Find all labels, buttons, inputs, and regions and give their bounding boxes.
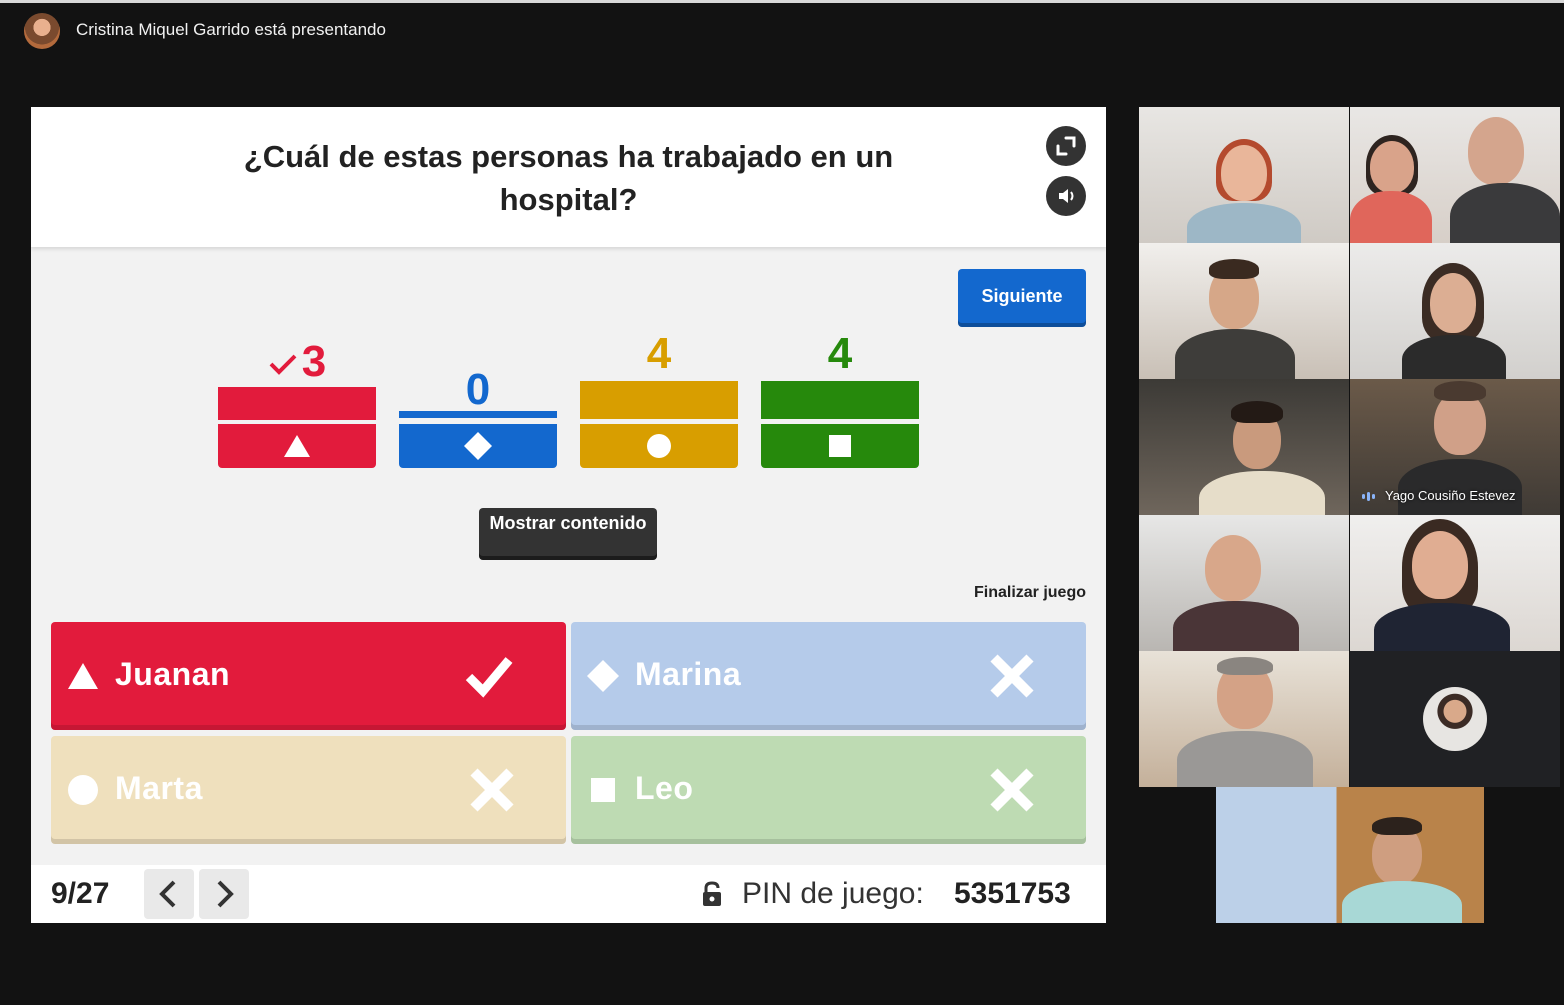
circle-icon: [647, 434, 671, 458]
presenter-text: Cristina Miquel Garrido está presentando: [76, 20, 386, 39]
presenting-bar: Cristina Miquel Garrido está presentando: [0, 0, 1564, 56]
question-title: ¿Cuál de estas personas ha trabajado en …: [243, 139, 894, 217]
answer-juanan: Juanan: [51, 622, 566, 730]
result-count-value: 4: [646, 329, 672, 378]
answer-label: Juanan: [115, 656, 231, 692]
participant-body: [1402, 335, 1506, 379]
participant-tile[interactable]: [1216, 787, 1484, 923]
result-bar-base: [580, 424, 738, 468]
participant-body: [1374, 603, 1510, 651]
participant-tile[interactable]: Yago Cousiño Estevez: [1350, 379, 1560, 515]
end-game-link[interactable]: Finalizar juego: [921, 584, 1086, 602]
answer-marta: Marta: [51, 736, 566, 844]
result-bar-fill: [761, 381, 919, 419]
participant-hair: [1217, 657, 1273, 675]
chevron-right-icon: [217, 880, 234, 908]
fullscreen-button[interactable]: [1046, 126, 1086, 166]
result-count-value: 3: [301, 337, 327, 386]
presentation-screen: ¿Cuál de estas personas ha trabajado en …: [31, 107, 1106, 923]
chevron-left-icon: [159, 880, 176, 908]
participant-body: [1173, 601, 1299, 651]
participant-face: [1430, 273, 1476, 333]
question-counter: 9/27: [51, 877, 110, 910]
participant-tile[interactable]: [1350, 515, 1560, 651]
quiz-footer: 9/27 PIN de juego: 5351753: [31, 865, 1106, 923]
check-icon: [269, 354, 297, 376]
diamond-icon: [587, 660, 619, 692]
speaker-icon: [1059, 189, 1074, 203]
triangle-icon: [68, 663, 98, 689]
show-content-button[interactable]: Mostrar contenido: [479, 508, 657, 560]
participant-face: [1205, 535, 1261, 601]
result-bar-fill: [399, 411, 557, 418]
check-icon: [465, 657, 513, 698]
sound-button[interactable]: [1046, 176, 1086, 216]
cross-icon: [990, 654, 1034, 698]
next-question-button[interactable]: [199, 869, 249, 919]
participant-body: [1177, 731, 1313, 787]
question-header: ¿Cuál de estas personas ha trabajado en …: [31, 107, 1106, 247]
result-bar-base: [218, 424, 376, 468]
participant-tile[interactable]: [1139, 107, 1349, 243]
answer-label: Leo: [635, 770, 694, 806]
participant-body: [1342, 881, 1462, 923]
lock-icon: [703, 881, 721, 906]
speaking-indicator-icon: [1362, 488, 1377, 503]
pin-label: PIN de juego:: [742, 877, 924, 910]
participant-face: [1221, 145, 1267, 201]
participant-tile[interactable]: [1139, 243, 1349, 379]
participant-body: [1398, 459, 1522, 515]
diamond-icon: [464, 432, 492, 460]
participant-body: [1187, 203, 1301, 243]
answer-label: Marina: [635, 656, 742, 692]
next-button[interactable]: Siguiente: [958, 269, 1086, 327]
expand-icon: [1056, 136, 1076, 156]
cross-icon: [470, 768, 514, 812]
square-icon: [591, 778, 615, 802]
answer-marina: Marina: [571, 622, 1086, 730]
previous-button[interactable]: [144, 869, 194, 919]
presenter-avatar: [24, 13, 60, 49]
pin-value: 5351753: [954, 877, 1071, 910]
participant-face: [1412, 531, 1468, 599]
participant-hair: [1231, 401, 1283, 423]
participant-avatar: [1423, 687, 1487, 751]
participant-hair: [1209, 259, 1259, 279]
participant-body: [1175, 329, 1295, 379]
participant-tile[interactable]: [1350, 243, 1560, 379]
participant-tile[interactable]: [1139, 379, 1349, 515]
answer-label: Marta: [115, 770, 203, 806]
participant-body: [1450, 183, 1560, 243]
result-count: 3: [218, 337, 376, 387]
participant-tile[interactable]: [1350, 107, 1560, 243]
circle-icon: [68, 775, 98, 805]
participant-label: Yago Cousiño Estevez: [1362, 488, 1516, 503]
result-bar-base: [761, 424, 919, 468]
participant-body: [1350, 191, 1432, 243]
participant-tile[interactable]: [1139, 651, 1349, 787]
participant-tile[interactable]: [1139, 515, 1349, 651]
participant-hair: [1372, 817, 1422, 835]
participant-face: [1370, 141, 1414, 193]
participant-body: [1199, 471, 1325, 515]
participant-tile[interactable]: [1350, 651, 1560, 787]
square-icon: [829, 435, 851, 457]
result-bar-fill: [580, 381, 738, 419]
participant-hair: [1434, 381, 1486, 401]
participant-face: [1468, 117, 1524, 185]
result-bar-base: [399, 424, 557, 468]
answer-leo: Leo: [571, 736, 1086, 844]
result-bar-fill: [218, 387, 376, 420]
cross-icon: [990, 768, 1034, 812]
triangle-icon: [284, 435, 310, 457]
result-count-value: 0: [465, 365, 491, 414]
participant-name: Yago Cousiño Estevez: [1385, 488, 1516, 503]
result-count-value: 4: [827, 329, 853, 378]
